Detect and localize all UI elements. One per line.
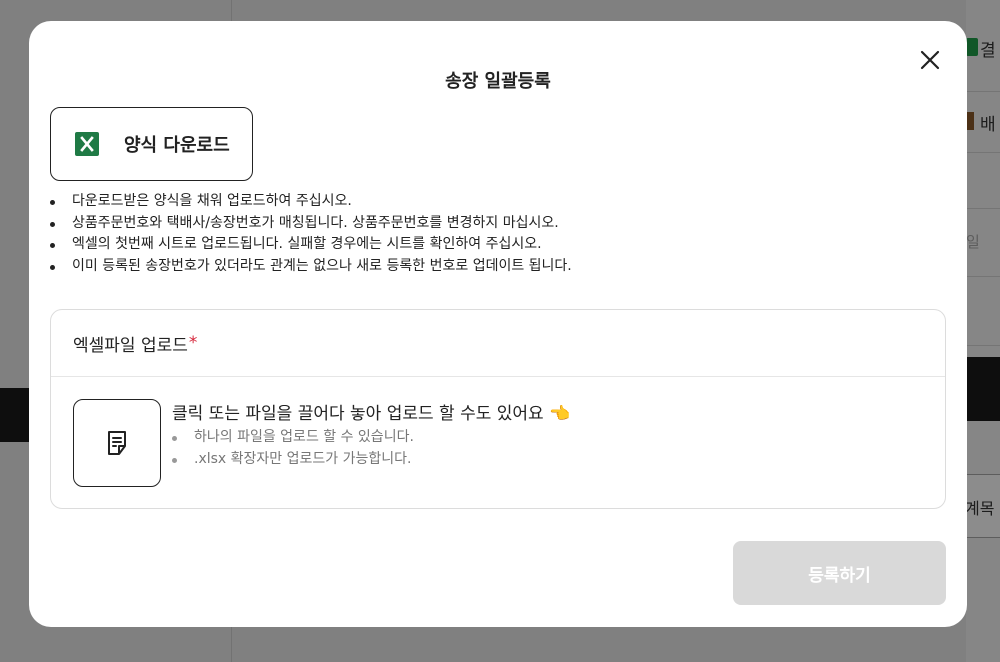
upload-hint-item: 하나의 파일을 업로드 할 수 있습니다. [172, 427, 414, 449]
upload-label: 엑셀파일 업로드 [73, 335, 188, 356]
register-button[interactable]: 등록하기 [733, 541, 946, 605]
upload-header: 엑셀파일 업로드 * [51, 310, 945, 377]
instruction-list: 다운로드받은 양식을 채워 업로드하여 주십시오. 상품주문번호와 택배사/송장… [50, 191, 572, 277]
upload-hint-list: 하나의 파일을 업로드 할 수 있습니다. .xlsx 확장자만 업로드가 가능… [172, 427, 414, 470]
file-drop-zone[interactable] [73, 399, 161, 487]
excel-upload-card: 엑셀파일 업로드 * 클릭 또는 파일을 끌어다 놓아 업로드 할 수도 있어요… [50, 309, 946, 509]
instruction-item: 엑셀의 첫번째 시트로 업로드됩니다. 실패할 경우에는 시트를 확인하여 주십… [50, 234, 572, 256]
modal-title: 송장 일괄등록 [445, 71, 551, 92]
close-icon [920, 50, 940, 70]
document-icon [108, 431, 126, 455]
instruction-item: 이미 등록된 송장번호가 있더라도 관계는 없으나 새로 등록한 번호로 업데이… [50, 256, 572, 278]
required-mark: * [188, 333, 198, 353]
upload-instruction: 클릭 또는 파일을 끌어다 놓아 업로드 할 수도 있어요 👈 [172, 404, 571, 424]
invoice-bulk-register-modal: 송장 일괄등록 양식 다운로드 다운로드받은 양식을 채워 업로드하여 주십시오… [29, 21, 967, 627]
instruction-item: 다운로드받은 양식을 채워 업로드하여 주십시오. [50, 191, 572, 213]
upload-hint-item: .xlsx 확장자만 업로드가 가능합니다. [172, 449, 414, 471]
excel-icon [75, 132, 99, 156]
template-download-label: 양식 다운로드 [124, 135, 230, 156]
instruction-item: 상품주문번호와 택배사/송장번호가 매칭됩니다. 상품주문번호를 변경하지 마십… [50, 213, 572, 235]
template-download-button[interactable]: 양식 다운로드 [50, 107, 253, 181]
close-button[interactable] [915, 45, 945, 75]
